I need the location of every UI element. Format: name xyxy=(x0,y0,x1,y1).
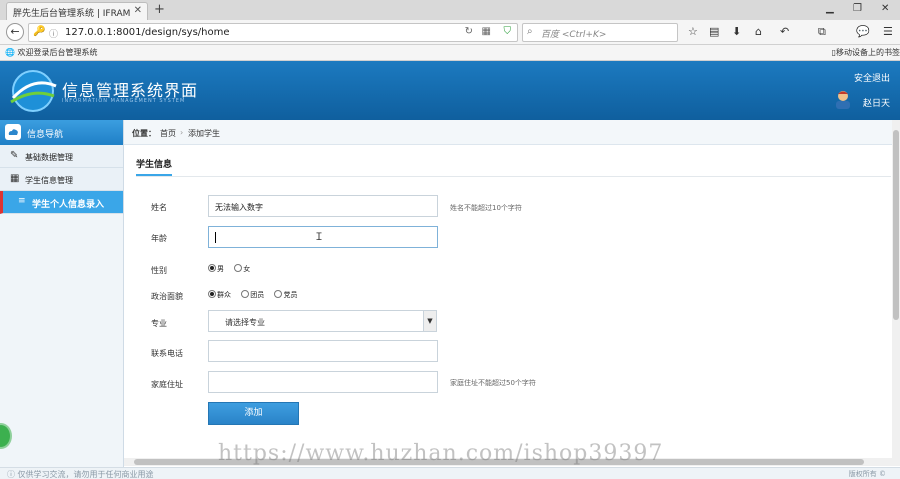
radio-checked-icon xyxy=(208,290,216,298)
mobile-bookmarks[interactable]: ▯移动设备上的书签 xyxy=(832,47,900,58)
status-bar: ⓘ 仅供学习交流，请勿用于任何商业用途 版权所有 © xyxy=(0,467,900,479)
text-cursor-icon: Ｉ xyxy=(314,232,324,243)
politics-option-party[interactable]: 党员 xyxy=(274,290,297,299)
search-placeholder: 百度 <Ctrl+K> xyxy=(541,30,607,40)
section-tab[interactable]: 学生信息 xyxy=(136,157,173,176)
gender-option-female[interactable]: 女 xyxy=(234,264,250,273)
address-hint: 家庭住址不能超过50个字符 xyxy=(450,379,536,387)
restore-icon[interactable]: ❐ xyxy=(853,3,862,14)
close-window-icon[interactable]: ✕ xyxy=(881,3,889,14)
gender-option-male[interactable]: 男 xyxy=(208,264,224,273)
major-label: 专业 xyxy=(151,319,167,328)
browser-tab-bar: 胖先生后台管理系统 | IFRAM... ✕ + ▁ ❐ ✕ xyxy=(0,0,900,20)
phone-input[interactable] xyxy=(208,340,438,362)
bookmark-bar: 🌐 欢迎登录后台管理系统 ▯移动设备上的书签 xyxy=(0,45,900,61)
search-input[interactable]: ⌕ 百度 <Ctrl+K> xyxy=(522,23,678,42)
star-icon[interactable]: ☆ xyxy=(688,25,698,38)
key-icon: 🔑 xyxy=(33,26,46,37)
politics-label: 政治面貌 xyxy=(151,292,183,301)
user-name: 赵日天 xyxy=(862,99,890,109)
scrollbar-thumb[interactable] xyxy=(893,130,899,320)
politics-option-masses[interactable]: 群众 xyxy=(208,290,231,299)
browser-tab[interactable]: 胖先生后台管理系统 | IFRAM... ✕ xyxy=(6,2,148,20)
globe-logo-icon xyxy=(10,70,57,112)
sidebar-item-student-info[interactable]: ▦ 学生信息管理 xyxy=(0,168,123,191)
politics-radio-group: 群众 团员 党员 xyxy=(208,290,305,300)
address-label: 家庭住址 xyxy=(151,380,183,389)
breadcrumb-home[interactable]: 首页 xyxy=(160,128,176,139)
radio-icon xyxy=(234,264,243,272)
search-icon: ⌕ xyxy=(527,26,533,37)
tab-title: 胖先生后台管理系统 | IFRAM... xyxy=(13,9,131,19)
sidebar-item-basic-data[interactable]: ✎ 基础数据管理 xyxy=(0,145,123,168)
back-icon[interactable]: ← xyxy=(6,23,24,41)
logout-link[interactable]: 安全退出 xyxy=(854,71,890,84)
sidebar-item-student-entry[interactable]: ≡ 学生个人信息录入 xyxy=(0,191,123,214)
info-icon[interactable]: ⓘ xyxy=(49,27,58,40)
menu-icon[interactable]: ☰ xyxy=(883,25,893,38)
sidebar-item-label: 基础数据管理 xyxy=(25,153,73,162)
calendar-icon: ▦ xyxy=(10,173,20,184)
edit-icon: ✎ xyxy=(10,150,19,161)
cloud-icon xyxy=(5,124,21,140)
vertical-scrollbar[interactable] xyxy=(892,120,900,460)
qr-icon[interactable]: ▦ xyxy=(482,26,491,37)
radio-checked-icon xyxy=(208,264,216,272)
browser-nav-bar: ← 🔑 ⓘ 127.0.0.1:8001/design/sys/home ⛉ ▦… xyxy=(0,20,900,45)
status-notice: ⓘ 仅供学习交流，请勿用于任何商业用途 xyxy=(7,470,154,479)
breadcrumb-current: 添加学生 xyxy=(188,129,220,138)
sidebar-header: 信息导航 xyxy=(0,120,123,145)
address-input[interactable] xyxy=(208,371,438,393)
add-button[interactable]: 添加 xyxy=(208,402,299,425)
undo-icon[interactable]: ↶ xyxy=(780,25,789,38)
sidebar: 信息导航 ✎ 基础数据管理 ▦ 学生信息管理 ≡ 学生个人信息录入 xyxy=(0,120,124,467)
home-icon[interactable]: ⌂ xyxy=(755,25,762,38)
radio-icon xyxy=(241,290,250,298)
sidebar-item-label: 学生信息管理 xyxy=(25,176,73,185)
crop-icon[interactable]: ⧉ xyxy=(818,25,826,39)
name-hint: 姓名不能超过10个字符 xyxy=(450,204,522,212)
name-label: 姓名 xyxy=(151,203,167,212)
name-value: 无法输入数字 xyxy=(215,203,263,212)
new-tab-icon[interactable]: + xyxy=(154,2,165,17)
divider xyxy=(136,176,891,177)
watermark: https://www.huzhan.com/ishop39397 xyxy=(218,441,664,466)
politics-option-league[interactable]: 团员 xyxy=(241,290,264,299)
user-avatar-icon xyxy=(836,91,850,109)
breadcrumb: 位置： 首页 › 添加学生 xyxy=(124,120,892,145)
chat-icon[interactable]: 💬 xyxy=(856,25,870,38)
gender-radio-group: 男 女 xyxy=(208,264,258,274)
url-text: 127.0.0.1:8001/design/sys/home xyxy=(65,27,230,38)
major-value: 请选择专业 xyxy=(225,318,265,327)
name-input[interactable]: 无法输入数字 xyxy=(208,195,438,217)
address-bar[interactable]: 🔑 ⓘ 127.0.0.1:8001/design/sys/home ⛉ ▦ ↻ xyxy=(28,23,518,42)
bookmark-item[interactable]: 🌐 欢迎登录后台管理系统 xyxy=(5,47,98,58)
radio-icon xyxy=(274,290,283,298)
app-header: 信息管理系统界面 INFORMATION MANAGEMENT SYSTEM 安… xyxy=(0,61,900,120)
phone-label: 联系电话 xyxy=(151,349,183,358)
reading-list-icon[interactable]: ▤ xyxy=(709,25,719,38)
reload-icon[interactable]: ↻ xyxy=(465,26,473,37)
app-subtitle: INFORMATION MANAGEMENT SYSTEM xyxy=(62,98,186,104)
list-icon: ≡ xyxy=(18,196,26,206)
text-caret xyxy=(215,232,216,243)
shield-icon[interactable]: ⛉ xyxy=(504,26,512,37)
sidebar-item-label: 学生个人信息录入 xyxy=(32,200,105,210)
download-icon[interactable]: ⬇ xyxy=(732,25,741,38)
breadcrumb-label: 位置： xyxy=(132,129,156,138)
sidebar-header-label: 信息导航 xyxy=(27,130,64,140)
close-tab-icon[interactable]: ✕ xyxy=(134,5,142,16)
main-content: 位置： 首页 › 添加学生 学生信息 姓名 无法输入数字 姓名不能超过10个字符… xyxy=(124,120,892,460)
major-select[interactable]: 请选择专业 ▼ xyxy=(208,310,437,332)
age-label: 年龄 xyxy=(151,234,167,243)
breadcrumb-separator: › xyxy=(180,128,184,137)
gender-label: 性别 xyxy=(151,266,167,275)
chevron-down-icon[interactable]: ▼ xyxy=(423,311,436,331)
copyright: 版权所有 © xyxy=(848,470,886,478)
minimize-icon[interactable]: ▁ xyxy=(826,3,834,14)
